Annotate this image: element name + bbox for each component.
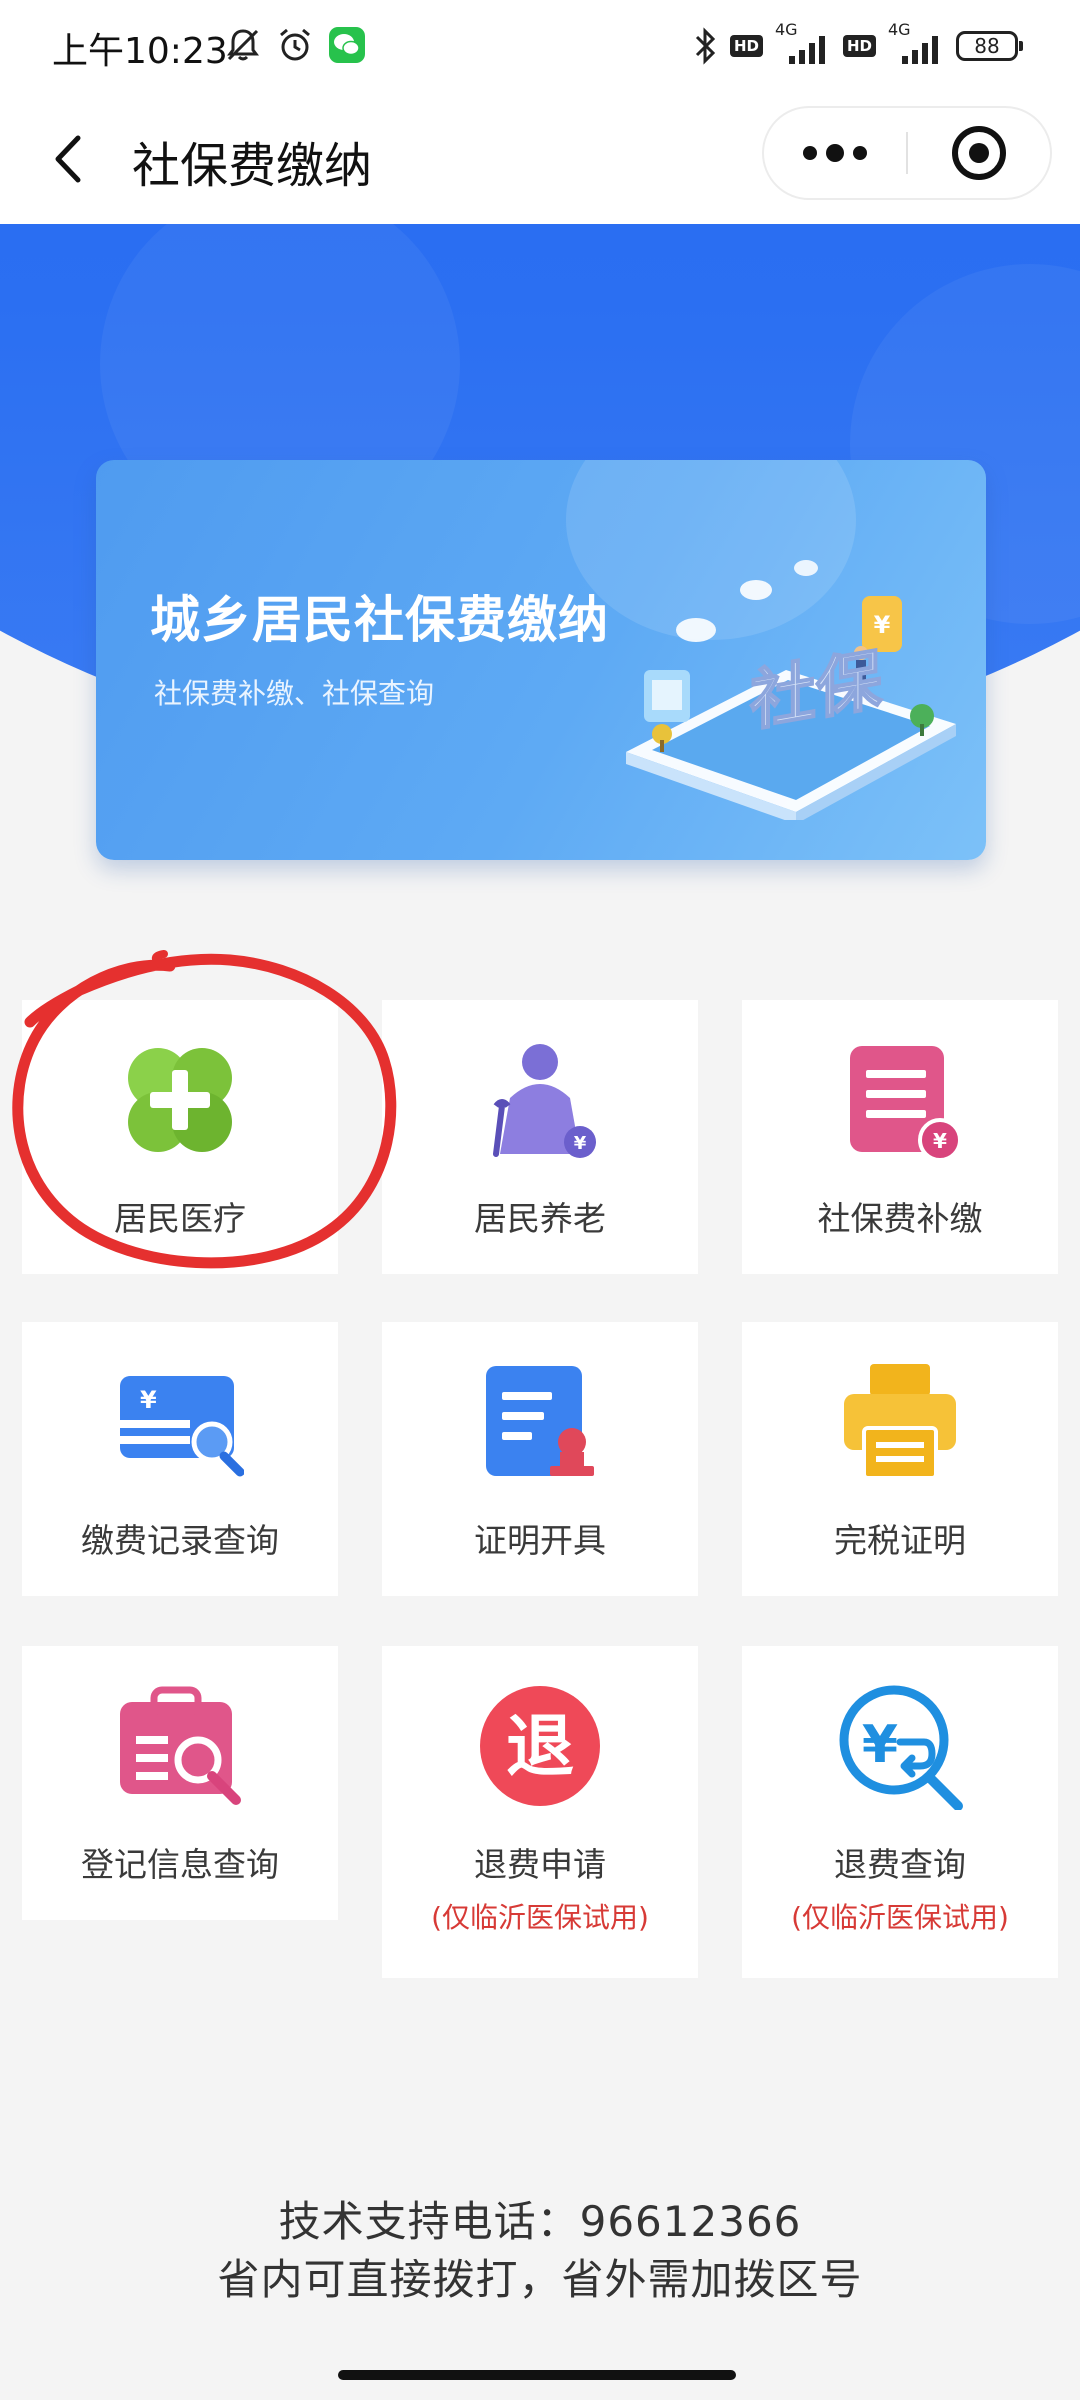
- home-indicator[interactable]: [338, 2370, 736, 2380]
- tile-label: 退费查询: [834, 1845, 966, 1884]
- signal-1: 4G: [775, 20, 831, 66]
- tile-payment-record-query[interactable]: ¥ 缴费记录查询: [22, 1322, 338, 1596]
- bluetooth-icon: [695, 27, 716, 65]
- clipboard-search-icon: [120, 1686, 241, 1805]
- tile-label: 证明开具: [474, 1521, 606, 1560]
- tile-registration-info-query[interactable]: 登记信息查询: [22, 1646, 338, 1920]
- status-bar: 上午10:23 HD 4G HD 4G 88: [0, 0, 1080, 100]
- status-right-icons: HD 4G HD 4G 88: [692, 20, 1023, 66]
- status-time: 上午10:23: [52, 31, 228, 72]
- tile-resident-pension[interactable]: ¥ 居民养老: [382, 1000, 698, 1274]
- status-left-icons: [224, 26, 366, 64]
- battery-icon: 88: [956, 31, 1023, 61]
- tile-label: 缴费记录查询: [81, 1521, 279, 1560]
- yuan-search-icon: ¥: [839, 1685, 963, 1810]
- tile-note: (仅临沂医保试用): [431, 1901, 649, 1934]
- support-phone-text: 技术支持电话：96612366: [278, 2197, 802, 2246]
- tile-supplementary-payment[interactable]: ¥ 社保费补缴: [742, 1000, 1058, 1274]
- printer-icon: [844, 1364, 956, 1480]
- tile-label: 居民养老: [474, 1199, 606, 1238]
- tile-refund-query[interactable]: ¥ 退费查询 (仅临沂医保试用): [742, 1646, 1058, 1978]
- document-yuan-icon: ¥: [850, 1046, 962, 1162]
- dialing-note-text: 省内可直接拨打，省外需加拨区号: [217, 2255, 863, 2304]
- tile-resident-medical[interactable]: 居民医疗: [22, 1000, 338, 1274]
- svg-text:¥: ¥: [574, 1133, 587, 1154]
- banner-card[interactable]: 城乡居民社保费缴纳 社保费补缴、社保查询 ¥ 社保: [96, 460, 986, 860]
- signal-2: 4G: [888, 20, 944, 66]
- page-title: 社保费缴纳: [132, 138, 373, 194]
- target-close-icon[interactable]: [908, 108, 1050, 198]
- svg-text:¥: ¥: [874, 611, 891, 639]
- tile-label: 退费申请: [474, 1845, 606, 1884]
- nav-bar: 社保费缴纳: [0, 100, 1080, 224]
- elderly-person-icon: ¥: [493, 1044, 596, 1158]
- social-security-illustration: ¥ 社保: [626, 560, 956, 820]
- tile-certificate-issue[interactable]: 证明开具: [382, 1322, 698, 1596]
- signal-icon: [788, 36, 825, 64]
- back-arrow-icon[interactable]: [40, 124, 110, 194]
- silent-bell-icon: [227, 29, 259, 61]
- svg-text:¥: ¥: [933, 1129, 947, 1153]
- svg-text:¥: ¥: [862, 1715, 898, 1775]
- hd-badge-2: HD: [842, 35, 876, 57]
- tile-refund-application[interactable]: 退 退费申请 (仅临沂医保试用): [382, 1646, 698, 1978]
- refund-badge-icon: 退: [480, 1686, 600, 1806]
- alarm-icon: [280, 28, 310, 61]
- banner-subtitle: 社保费补缴、社保查询: [154, 677, 435, 710]
- svg-text:¥: ¥: [140, 1386, 157, 1414]
- clover-cross-icon: [128, 1048, 232, 1152]
- more-dots-icon[interactable]: [764, 108, 906, 198]
- card-search-icon: ¥: [120, 1376, 244, 1477]
- tile-label: 社保费补缴: [817, 1199, 983, 1238]
- tile-label: 登记信息查询: [81, 1845, 279, 1884]
- banner-title: 城乡居民社保费缴纳: [150, 591, 609, 649]
- hd-badge-1: HD: [729, 35, 763, 57]
- refund-badge-char: 退: [506, 1708, 574, 1787]
- wechat-icon: [329, 27, 365, 63]
- signal-icon: [902, 36, 938, 64]
- tile-tax-certificate[interactable]: 完税证明: [742, 1322, 1058, 1596]
- mini-program-capsule: [762, 106, 1052, 200]
- tile-label: 完税证明: [834, 1521, 966, 1560]
- certificate-stamp-icon: [486, 1366, 594, 1476]
- tile-label: 居民医疗: [114, 1199, 246, 1238]
- tile-note: (仅临沂医保试用): [791, 1901, 1009, 1934]
